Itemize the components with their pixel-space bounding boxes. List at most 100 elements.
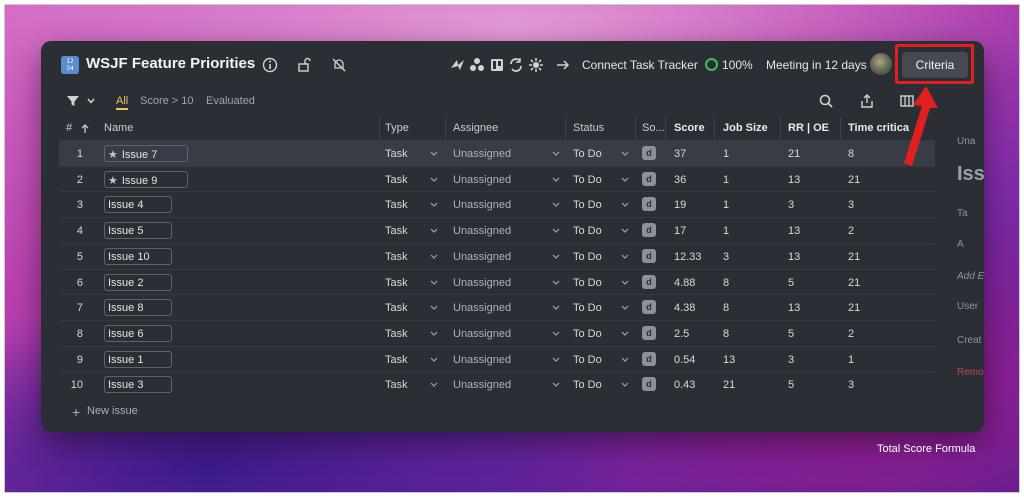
assignee-select[interactable]: Unassigned: [453, 174, 511, 186]
table-row[interactable]: 9 Issue 1 Task Unassigned To Do d 0.54 1…: [59, 345, 935, 372]
issue-name-field[interactable]: ★ Issue 9: [104, 170, 188, 188]
chevron-down-icon[interactable]: [621, 254, 629, 260]
assignee-select[interactable]: Unassigned: [453, 328, 511, 340]
job-size-value[interactable]: 21: [723, 379, 735, 391]
chevron-down-icon[interactable]: [430, 357, 438, 363]
source-badge[interactable]: d: [642, 248, 656, 263]
rr-oe-value[interactable]: 13: [788, 225, 800, 237]
assignee-select[interactable]: Unassigned: [453, 277, 511, 289]
type-select[interactable]: Task: [385, 199, 408, 211]
table-row[interactable]: 4 Issue 5 Task Unassigned To Do d 17 1 1…: [59, 217, 935, 243]
search-icon[interactable]: [818, 93, 834, 109]
table-row[interactable]: 5 Issue 10 Task Unassigned To Do d 12.33…: [59, 242, 935, 269]
type-select[interactable]: Task: [385, 251, 408, 263]
chevron-down-icon[interactable]: [621, 202, 629, 208]
chevron-down-icon[interactable]: [621, 331, 629, 337]
share-icon[interactable]: [859, 93, 875, 109]
status-select[interactable]: To Do: [573, 174, 602, 186]
time-criticality-value[interactable]: 8: [848, 148, 854, 160]
rr-oe-value[interactable]: 13: [788, 302, 800, 314]
job-size-value[interactable]: 1: [723, 225, 729, 237]
assignee-select[interactable]: Unassigned: [453, 225, 511, 237]
table-row[interactable]: 6 Issue 2 Task Unassigned To Do d 4.88 8…: [59, 268, 935, 295]
chevron-down-icon[interactable]: [430, 382, 438, 388]
header-num[interactable]: #: [66, 122, 72, 134]
chevron-down-icon[interactable]: [621, 151, 629, 157]
status-select[interactable]: To Do: [573, 328, 602, 340]
source-badge[interactable]: d: [642, 274, 656, 289]
status-select[interactable]: To Do: [573, 251, 602, 263]
source-badge[interactable]: d: [642, 377, 656, 392]
type-select[interactable]: Task: [385, 225, 408, 237]
status-select[interactable]: To Do: [573, 277, 602, 289]
source-badge[interactable]: d: [642, 146, 656, 160]
type-select[interactable]: Task: [385, 148, 408, 160]
issue-name-field[interactable]: Issue 2: [104, 273, 172, 291]
view-tab-evaluated[interactable]: Evaluated: [206, 95, 255, 107]
status-select[interactable]: To Do: [573, 225, 602, 237]
assignee-select[interactable]: Unassigned: [453, 302, 511, 314]
issue-name-field[interactable]: Issue 1: [104, 350, 172, 368]
chevron-down-icon[interactable]: [621, 280, 629, 286]
header-status[interactable]: Status: [573, 122, 604, 134]
job-size-value[interactable]: 3: [723, 251, 729, 263]
sort-ascending-icon[interactable]: [80, 123, 90, 134]
header-rr-oe[interactable]: RR | OE: [788, 122, 829, 134]
table-row[interactable]: 10 Issue 3 Task Unassigned To Do d 0.43 …: [59, 371, 935, 397]
issue-name-field[interactable]: ★ Issue 7: [104, 145, 188, 162]
chevron-down-icon[interactable]: [552, 254, 560, 260]
source-badge[interactable]: d: [642, 171, 656, 186]
trello-icon[interactable]: [487, 55, 507, 75]
chevron-down-icon[interactable]: [430, 202, 438, 208]
source-badge[interactable]: d: [642, 351, 656, 366]
chevron-down-icon[interactable]: [552, 151, 560, 157]
time-criticality-value[interactable]: 2: [848, 225, 854, 237]
integration-icon-1[interactable]: [448, 55, 468, 75]
star-icon[interactable]: ★: [108, 175, 118, 187]
table-row[interactable]: 1 ★ Issue 7 Task Unassigned To Do d 37 1 …: [59, 140, 935, 166]
table-row[interactable]: 7 Issue 8 Task Unassigned To Do d 4.38 8…: [59, 294, 935, 320]
rr-oe-value[interactable]: 13: [788, 174, 800, 186]
table-row[interactable]: 3 Issue 4 Task Unassigned To Do d 19 1 3…: [59, 191, 935, 217]
type-select[interactable]: Task: [385, 302, 408, 314]
view-tab-score[interactable]: Score > 10: [140, 95, 194, 107]
chevron-down-icon[interactable]: [552, 177, 560, 183]
chevron-down-icon[interactable]: [430, 151, 438, 157]
rr-oe-value[interactable]: 5: [788, 379, 794, 391]
time-criticality-value[interactable]: 2: [848, 328, 854, 340]
type-select[interactable]: Task: [385, 328, 408, 340]
type-select[interactable]: Task: [385, 174, 408, 186]
meeting-countdown[interactable]: Meeting in 12 days: [766, 58, 867, 72]
source-badge[interactable]: d: [642, 223, 656, 238]
chevron-down-icon[interactable]: [430, 305, 438, 311]
info-icon[interactable]: [260, 55, 280, 75]
chevron-down-icon[interactable]: [621, 382, 629, 388]
chevron-down-icon[interactable]: [552, 280, 560, 286]
chevron-down-icon[interactable]: [552, 305, 560, 311]
settings-icon[interactable]: [526, 55, 546, 75]
job-size-value[interactable]: 1: [723, 199, 729, 211]
integration-icon-2[interactable]: [467, 55, 487, 75]
time-criticality-value[interactable]: 3: [848, 379, 854, 391]
assignee-select[interactable]: Unassigned: [453, 251, 511, 263]
source-badge[interactable]: d: [642, 300, 656, 315]
chevron-down-icon[interactable]: [552, 382, 560, 388]
rr-oe-value[interactable]: 13: [788, 251, 800, 263]
type-select[interactable]: Task: [385, 277, 408, 289]
status-select[interactable]: To Do: [573, 379, 602, 391]
time-criticality-value[interactable]: 21: [848, 302, 860, 314]
assignee-select[interactable]: Unassigned: [453, 379, 511, 391]
assignee-select[interactable]: Unassigned: [453, 354, 511, 366]
job-size-value[interactable]: 8: [723, 302, 729, 314]
assignee-select[interactable]: Unassigned: [453, 199, 511, 211]
chevron-down-icon[interactable]: [621, 228, 629, 234]
issue-name-field[interactable]: Issue 10: [104, 247, 172, 265]
job-size-value[interactable]: 1: [723, 174, 729, 186]
rr-oe-value[interactable]: 21: [788, 148, 800, 160]
issue-name-field[interactable]: Issue 8: [104, 299, 172, 317]
rr-oe-value[interactable]: 3: [788, 199, 794, 211]
status-select[interactable]: To Do: [573, 354, 602, 366]
chevron-down-icon[interactable]: [621, 357, 629, 363]
chevron-down-icon[interactable]: [552, 331, 560, 337]
rr-oe-value[interactable]: 5: [788, 328, 794, 340]
